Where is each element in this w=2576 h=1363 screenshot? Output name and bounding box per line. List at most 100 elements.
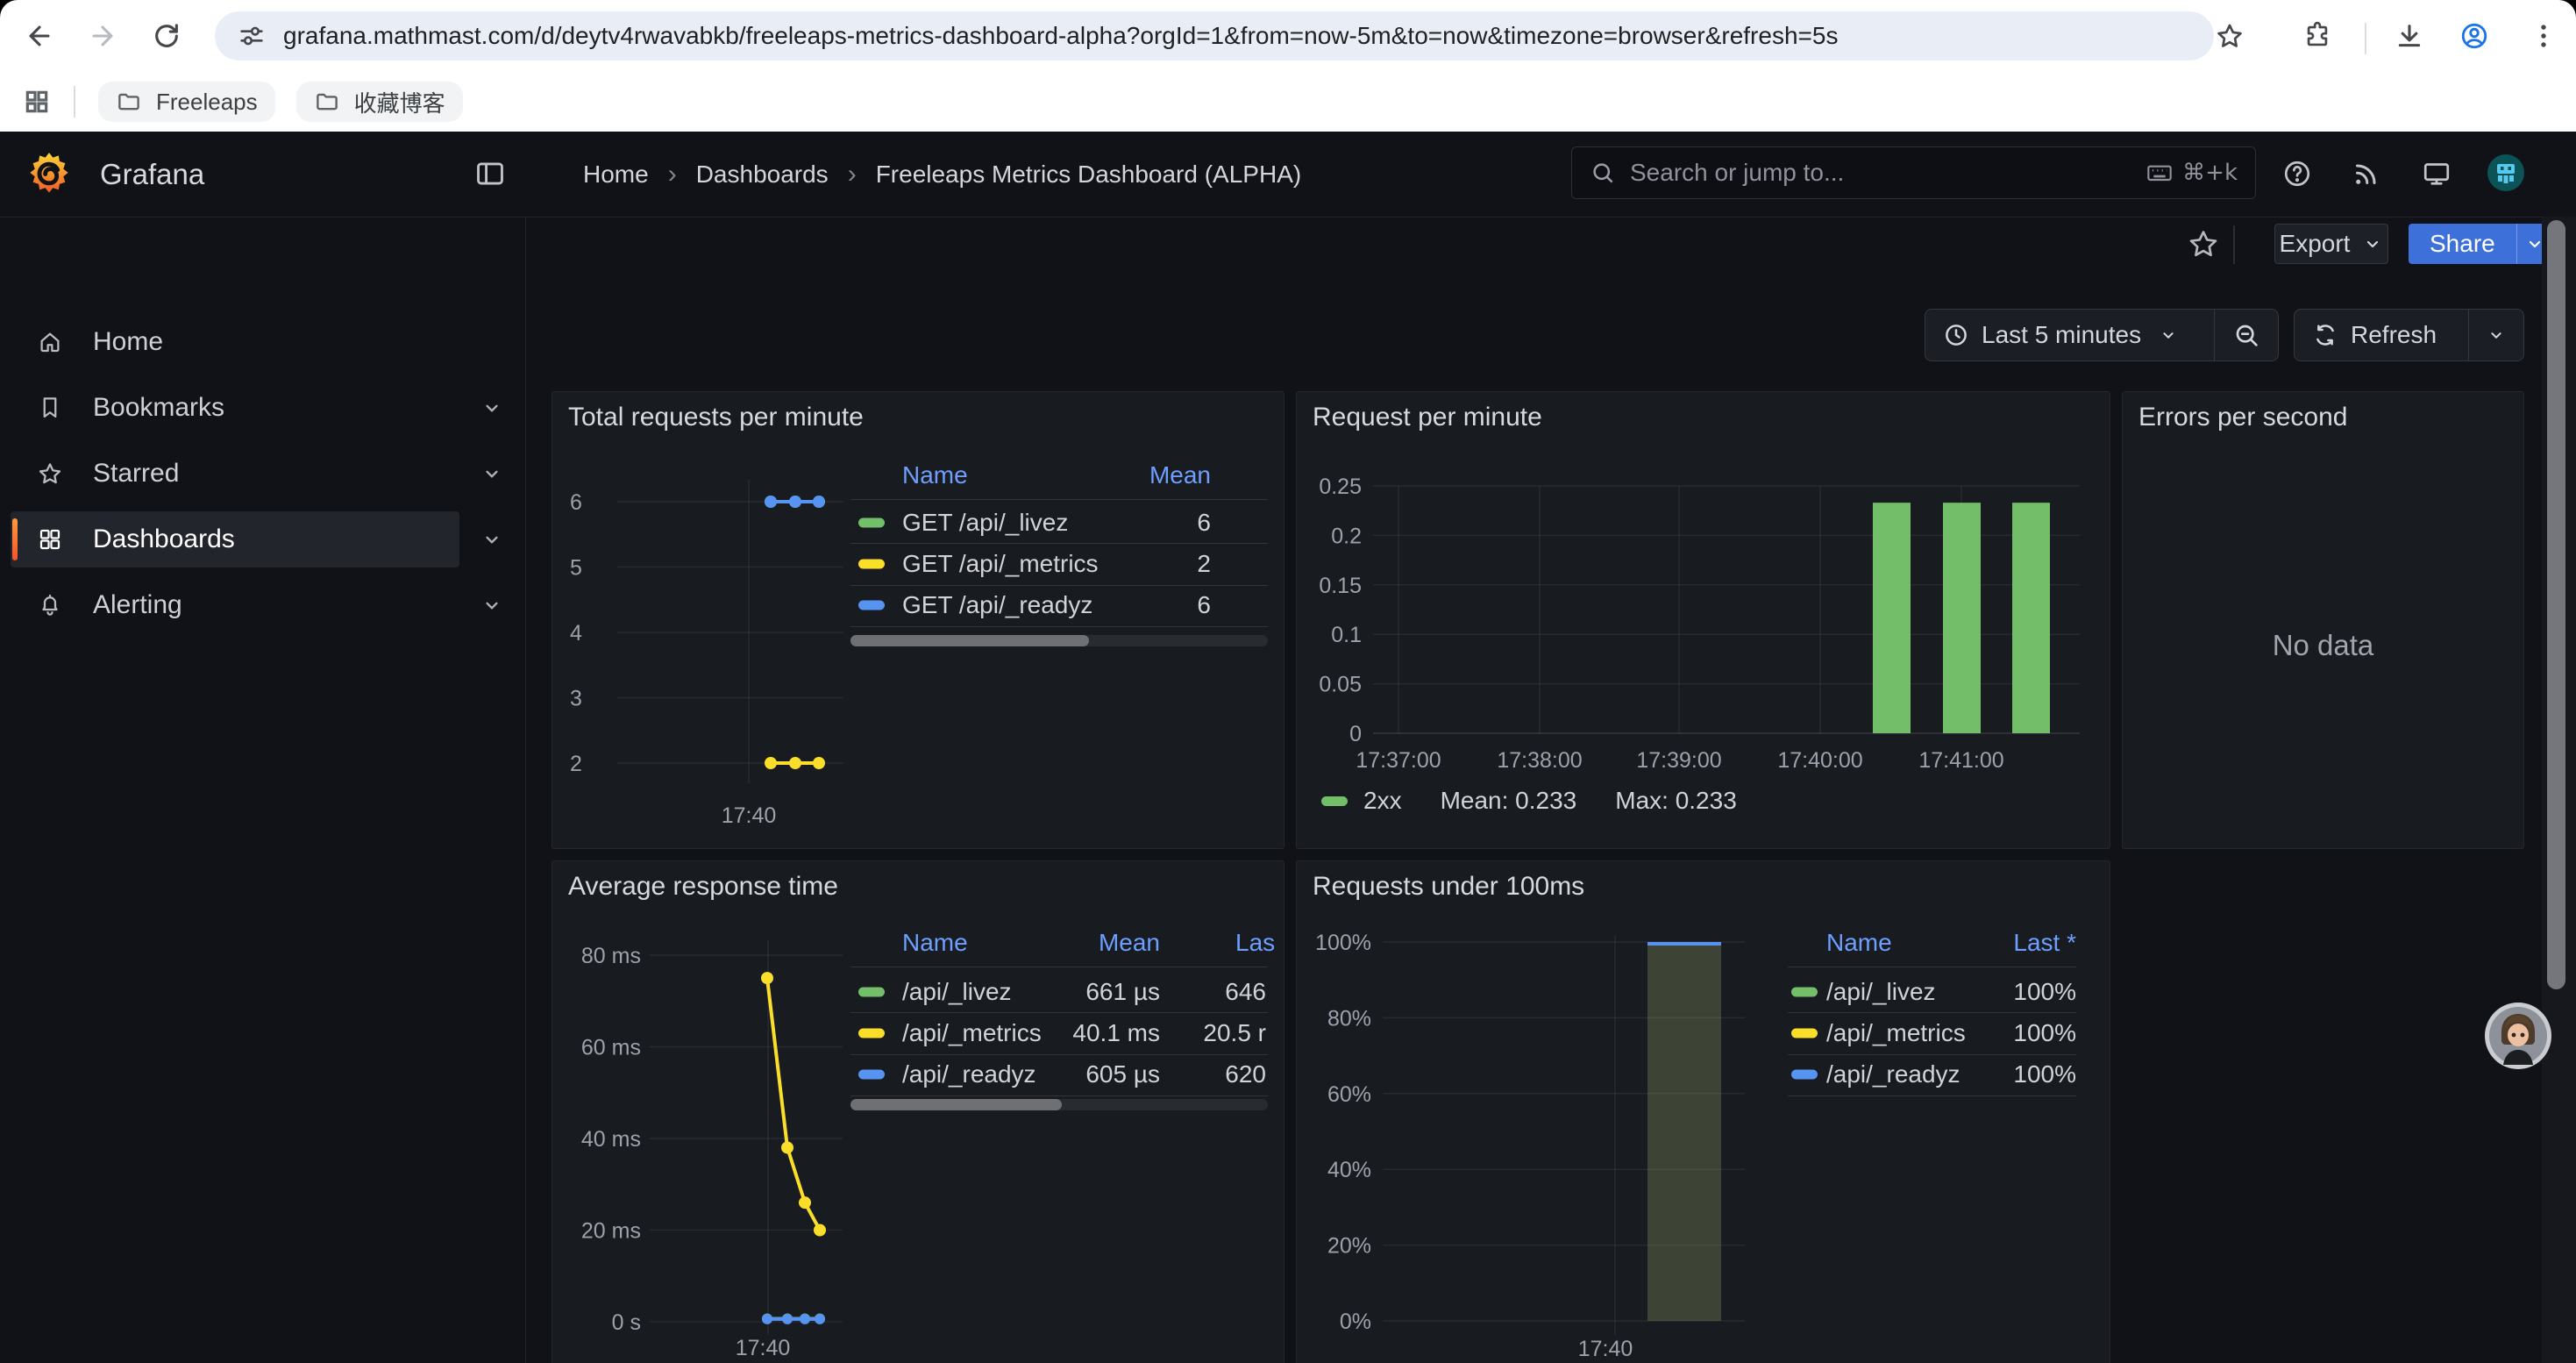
monitor-icon (2421, 158, 2452, 189)
sidebar-item-bookmarks[interactable]: Bookmarks (11, 380, 459, 436)
favorite-dashboard-button[interactable] (2187, 227, 2220, 260)
chevron-down-icon[interactable] (480, 396, 503, 419)
url-text[interactable]: grafana.mathmast.com/d/deytv4rwavabkb/fr… (283, 22, 1838, 50)
url-bar[interactable]: grafana.mathmast.com/d/deytv4rwavabkb/fr… (215, 11, 2214, 61)
chart-plot[interactable]: 0.250.20.150.10.05017:37:0017:38:0017:39… (1297, 392, 2110, 848)
legend-header-Last *[interactable]: Last * (1788, 929, 2076, 957)
bookmark-folder[interactable]: Freeleaps (98, 82, 275, 122)
svg-text:0 s: 0 s (612, 1310, 641, 1335)
display-button[interactable] (2421, 158, 2452, 189)
forward-button[interactable] (88, 21, 117, 51)
grafana-header: Grafana Home › Dashboards › Freeleaps Metric… (0, 132, 2576, 218)
time-range-picker[interactable]: Last 5 minutes (1925, 310, 2214, 360)
floating-assistant-avatar[interactable] (2484, 1002, 2552, 1070)
svg-text:80 ms: 80 ms (581, 944, 641, 968)
apps-icon (37, 526, 63, 553)
back-button[interactable] (25, 21, 54, 51)
chevron-down-icon[interactable] (480, 594, 503, 617)
legend-value: 620 (850, 1060, 1266, 1088)
reload-button[interactable] (152, 21, 181, 51)
sidebar-item-alerting[interactable]: Alerting (11, 577, 459, 633)
svg-text:0%: 0% (1340, 1309, 1371, 1334)
sidebar-item-starred[interactable]: Starred (11, 446, 459, 502)
panel-errors-per-second: Errors per second No data (2122, 391, 2524, 849)
export-button[interactable]: Export (2274, 224, 2388, 264)
bookmark-folder[interactable]: 收藏博客 (296, 82, 463, 122)
extensions-button[interactable] (2302, 21, 2332, 51)
grafana-app: Grafana Home › Dashboards › Freeleaps Metric… (0, 132, 2576, 1363)
svg-text:40 ms: 40 ms (581, 1127, 641, 1152)
sidebar-item-label: Dashboards (93, 525, 235, 554)
svg-text:17:40: 17:40 (722, 803, 777, 828)
help-button[interactable] (2281, 158, 2313, 189)
legend-value: 100% (1788, 1019, 2076, 1047)
refresh-button[interactable]: Refresh (2295, 310, 2468, 360)
svg-text:17:39:00: 17:39:00 (1636, 748, 1721, 773)
apps-grid-button[interactable] (23, 88, 51, 116)
search-input[interactable]: Search or jump to... ⌘+k (1571, 146, 2256, 199)
refresh-icon (2312, 322, 2338, 348)
panel-title[interactable]: Errors per second (2138, 403, 2347, 432)
sidebar-item-home[interactable]: Home (11, 314, 459, 370)
zoom-out-button[interactable] (2215, 310, 2278, 360)
chart-plot[interactable]: 6543217:40 (552, 392, 1284, 848)
chevron-down-icon (2362, 233, 2383, 254)
legend-row-separator (850, 499, 1268, 500)
svg-text:0.1: 0.1 (1331, 623, 1362, 647)
sidebar-toggle-button[interactable] (473, 157, 507, 190)
bookmark-icon (37, 395, 63, 421)
svg-text:17:38:00: 17:38:00 (1497, 748, 1582, 773)
news-button[interactable] (2351, 158, 2382, 189)
rss-icon (2351, 158, 2382, 189)
refresh-controls: Refresh (2294, 309, 2524, 361)
legend-scrollbar-thumb[interactable] (850, 635, 1089, 646)
chevron-down-icon (2487, 325, 2506, 345)
svg-text:60 ms: 60 ms (581, 1036, 641, 1060)
svg-text:40%: 40% (1327, 1158, 1371, 1182)
legend-row-separator (1788, 1095, 2076, 1096)
svg-text:20%: 20% (1327, 1234, 1371, 1259)
legend-header-Las[interactable]: Las (1235, 929, 1275, 957)
legend-value: 20.5 r (850, 1019, 1266, 1047)
breadcrumb-item[interactable]: Freeleaps Metrics Dashboard (ALPHA) (876, 161, 1302, 189)
time-range-label: Last 5 minutes (1982, 321, 2141, 349)
breadcrumb-separator: › (848, 160, 857, 189)
page-scrollbar-thumb[interactable] (2547, 220, 2565, 989)
profile-icon (2459, 21, 2489, 51)
share-button[interactable]: Share (2409, 224, 2553, 264)
breadcrumb-item[interactable]: Home (583, 161, 649, 189)
bookmark-page-button[interactable] (2215, 21, 2245, 51)
breadcrumb-separator: › (668, 160, 677, 189)
bell-icon (37, 592, 63, 618)
legend-scrollbar-thumb[interactable] (850, 1099, 1062, 1110)
breadcrumb-item[interactable]: Dashboards (696, 161, 829, 189)
svg-text:80%: 80% (1327, 1006, 1371, 1031)
sidebar-item-label: Bookmarks (93, 393, 224, 423)
profile-button[interactable] (2459, 21, 2489, 51)
sidebar-item-dashboards[interactable]: Dashboards (11, 511, 459, 567)
downloads-button[interactable] (2395, 21, 2424, 51)
sidebar-item-label: Alerting (93, 590, 182, 620)
grafana-logo[interactable] (26, 151, 72, 196)
bookmark-label: Freeleaps (156, 89, 258, 116)
search-shortcut: ⌘+k (2145, 159, 2238, 187)
brand-name[interactable]: Grafana (100, 132, 204, 217)
help-icon (2281, 158, 2313, 189)
legend-header-Mean[interactable]: Mean (850, 929, 1160, 957)
share-label[interactable]: Share (2409, 224, 2516, 264)
legend-header-Mean[interactable]: Mean (850, 461, 1211, 489)
browser-chrome: grafana.mathmast.com/d/deytv4rwavabkb/fr… (0, 0, 2576, 132)
export-label: Export (2280, 230, 2351, 258)
svg-text:17:40: 17:40 (736, 1336, 791, 1360)
chevron-down-icon[interactable] (480, 462, 503, 485)
forward-icon (88, 21, 117, 51)
refresh-interval-button[interactable] (2469, 310, 2523, 360)
bookmark-label: 收藏博客 (354, 86, 445, 118)
chevron-down-icon[interactable] (480, 528, 503, 551)
site-settings-icon[interactable] (238, 22, 266, 50)
user-avatar[interactable] (2487, 153, 2525, 192)
svg-text:0.05: 0.05 (1319, 673, 1362, 697)
download-icon (2395, 21, 2424, 51)
browser-menu-button[interactable] (2529, 21, 2558, 51)
svg-text:0.15: 0.15 (1319, 574, 1362, 598)
